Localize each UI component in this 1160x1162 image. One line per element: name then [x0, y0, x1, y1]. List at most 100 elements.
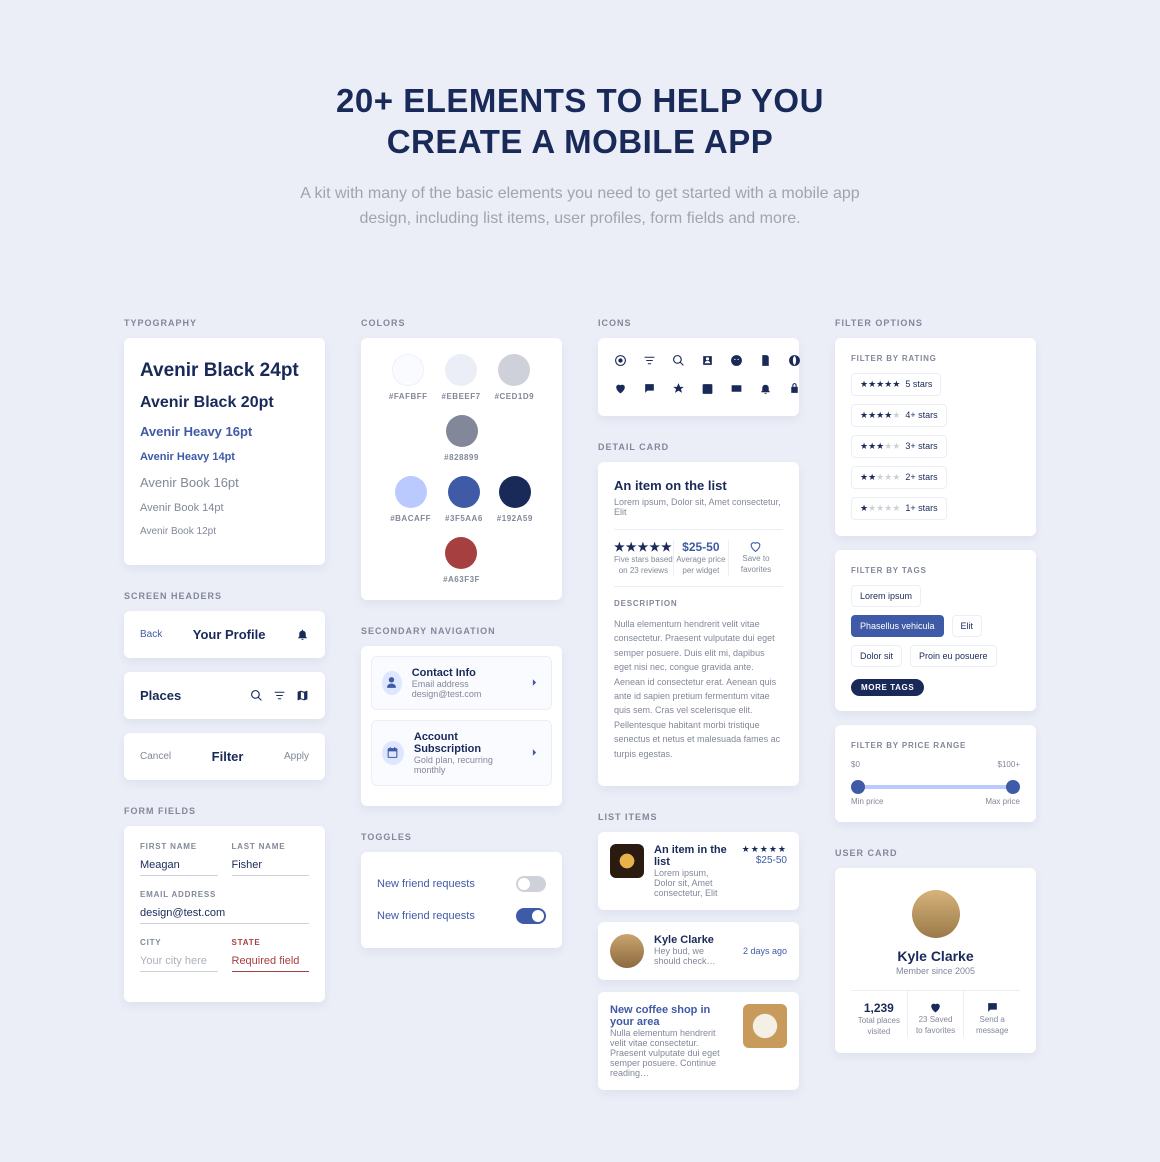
nav-item-contact[interactable]: Contact Info Email address design@test.c…	[371, 656, 552, 710]
chat-icon	[643, 382, 656, 400]
user-card: Kyle Clarke Member since 2005 1,239 Tota…	[835, 868, 1036, 1053]
state-field: STATE	[232, 938, 310, 972]
nav-item-sub: Email address design@test.com	[412, 679, 518, 699]
filter-price-card: FILTER BY PRICE RANGE $0$100+ Min priceM…	[835, 725, 1036, 822]
typo-sample: Avenir Black 20pt	[140, 394, 309, 412]
tag-chip[interactable]: Dolor sit	[851, 645, 902, 667]
label-icons: ICONS	[598, 318, 799, 328]
nav-item-subscription[interactable]: Account Subscription Gold plan, recurrin…	[371, 720, 552, 786]
color-swatch: #3F5AA6	[445, 476, 483, 523]
user-name: Kyle Clarke	[851, 948, 1020, 964]
state-input[interactable]	[232, 951, 310, 972]
list-item[interactable]: An item in the list Lorem ipsum, Dolor s…	[598, 832, 799, 910]
color-swatch: #FAFBFF	[389, 354, 428, 401]
header-title: Your Profile	[193, 627, 266, 642]
nav-item-sub: Gold plan, recurring monthly	[414, 755, 518, 775]
rating-chip[interactable]: ★★★★★ 3+ stars	[851, 435, 947, 458]
slider-handle-min[interactable]	[851, 780, 865, 794]
filter-icon[interactable]	[273, 689, 286, 702]
typo-sample: Avenir Book 14pt	[140, 502, 309, 514]
list-item-stars: ★★★★★	[742, 844, 787, 855]
list-item-time: 2 days ago	[743, 946, 787, 956]
bell-icon[interactable]	[296, 628, 309, 641]
last-name-field: LAST NAME	[232, 842, 310, 876]
rating-chip[interactable]: ★★★★★ 1+ stars	[851, 497, 947, 520]
apply-button[interactable]: Apply	[284, 751, 309, 762]
tag-chip[interactable]: Elit	[952, 615, 983, 637]
list-item[interactable]: Kyle Clarke Hey bud, we should check… 2 …	[598, 922, 799, 980]
header-places: Places	[124, 672, 325, 719]
thumbnail	[743, 1004, 787, 1048]
filter-sub-label: FILTER BY TAGS	[851, 566, 1020, 575]
smile-icon	[730, 354, 743, 372]
list-item-title: An item in the list	[654, 844, 732, 868]
target-icon	[614, 354, 627, 372]
list-item-title: Kyle Clarke	[654, 934, 733, 946]
user-stat-places: 1,239 Total placesvisited	[851, 991, 908, 1037]
filter-icon	[643, 354, 656, 372]
tag-chip[interactable]: Proin eu posuere	[910, 645, 997, 667]
list-item-sub: Nulla elementum hendrerit velit vitae co…	[610, 1028, 733, 1078]
filter-rating-card: FILTER BY RATING ★★★★★ 5 stars★★★★★ 4+ s…	[835, 338, 1036, 536]
user-stat-favorites[interactable]: 23 Savedto favorites	[908, 991, 965, 1037]
toggle-off[interactable]	[516, 876, 546, 892]
detail-sub: Lorem ipsum, Dolor sit, Amet consectetur…	[614, 497, 783, 517]
more-tags-button[interactable]: MORE TAGS	[851, 679, 924, 696]
label-list-items: LIST ITEMS	[598, 812, 799, 822]
header-profile: Back Your Profile	[124, 611, 325, 658]
last-name-input[interactable]	[232, 855, 310, 876]
form-card: FIRST NAME LAST NAME EMAIL ADDRESS CITY	[124, 826, 325, 1002]
hero-title: 20+ ELEMENTS TO HELP YOU CREATE A MOBILE…	[260, 80, 900, 163]
rating-chip[interactable]: ★★★★★ 2+ stars	[851, 466, 947, 489]
tag-chip[interactable]: Lorem ipsum	[851, 585, 921, 607]
rating-chip[interactable]: ★★★★★ 4+ stars	[851, 404, 947, 427]
rating-chip[interactable]: ★★★★★ 5 stars	[851, 373, 941, 396]
cancel-button[interactable]: Cancel	[140, 751, 171, 762]
nav-item-title: Contact Info	[412, 667, 518, 679]
globe-icon	[788, 354, 801, 372]
typo-sample: Avenir Heavy 14pt	[140, 451, 309, 463]
email-input[interactable]	[140, 903, 309, 924]
list-item-price: $25-50	[742, 855, 787, 866]
star-icon	[672, 382, 685, 400]
list-item[interactable]: New coffee shop in your area Nulla eleme…	[598, 992, 799, 1090]
label-detail-card: DETAIL CARD	[598, 442, 799, 452]
toggles-card: New friend requests New friend requests	[361, 852, 562, 948]
heart-icon	[614, 382, 627, 400]
city-field: CITY	[140, 938, 218, 972]
header-title: Filter	[212, 749, 244, 764]
desc-text: Nulla elementum hendrerit velit vitae co…	[614, 617, 783, 761]
user-since: Member since 2005	[851, 966, 1020, 976]
user-stat-message[interactable]: Send amessage	[964, 991, 1020, 1037]
toggle-on[interactable]	[516, 908, 546, 924]
first-name-input[interactable]	[140, 855, 218, 876]
price-range-slider[interactable]	[855, 785, 1016, 789]
price-max: $100+	[998, 760, 1020, 769]
user-icon	[701, 354, 714, 372]
secondary-nav-card: Contact Info Email address design@test.c…	[361, 646, 562, 806]
slider-handle-max[interactable]	[1006, 780, 1020, 794]
back-button[interactable]: Back	[140, 629, 162, 640]
hero-subtitle: A kit with many of the basic elements yo…	[280, 181, 880, 232]
field-label: CITY	[140, 938, 218, 947]
list-item-sub: Hey bud, we should check…	[654, 946, 733, 966]
tag-chip[interactable]: Phasellus vehicula	[851, 615, 944, 637]
detail-stat-favorite[interactable]: Save tofavorites	[729, 540, 783, 576]
map-icon[interactable]	[296, 689, 309, 702]
user-icon	[382, 671, 402, 695]
icons-card	[598, 338, 799, 416]
thumbnail	[610, 844, 644, 878]
max-price-label: Max price	[985, 797, 1020, 806]
city-input[interactable]	[140, 951, 218, 972]
bell-icon	[759, 382, 772, 400]
price-min: $0	[851, 760, 860, 769]
avatar	[610, 934, 644, 968]
filter-sub-label: FILTER BY PRICE RANGE	[851, 741, 1020, 750]
color-swatch: #828899	[444, 415, 479, 462]
label-user-card: USER CARD	[835, 848, 1036, 858]
search-icon[interactable]	[250, 689, 263, 702]
filter-tags-card: FILTER BY TAGS Lorem ipsum Phasellus vehi…	[835, 550, 1036, 711]
calendar-icon	[382, 741, 404, 765]
label-form-fields: FORM FIELDS	[124, 806, 325, 816]
lock-icon	[788, 382, 801, 400]
